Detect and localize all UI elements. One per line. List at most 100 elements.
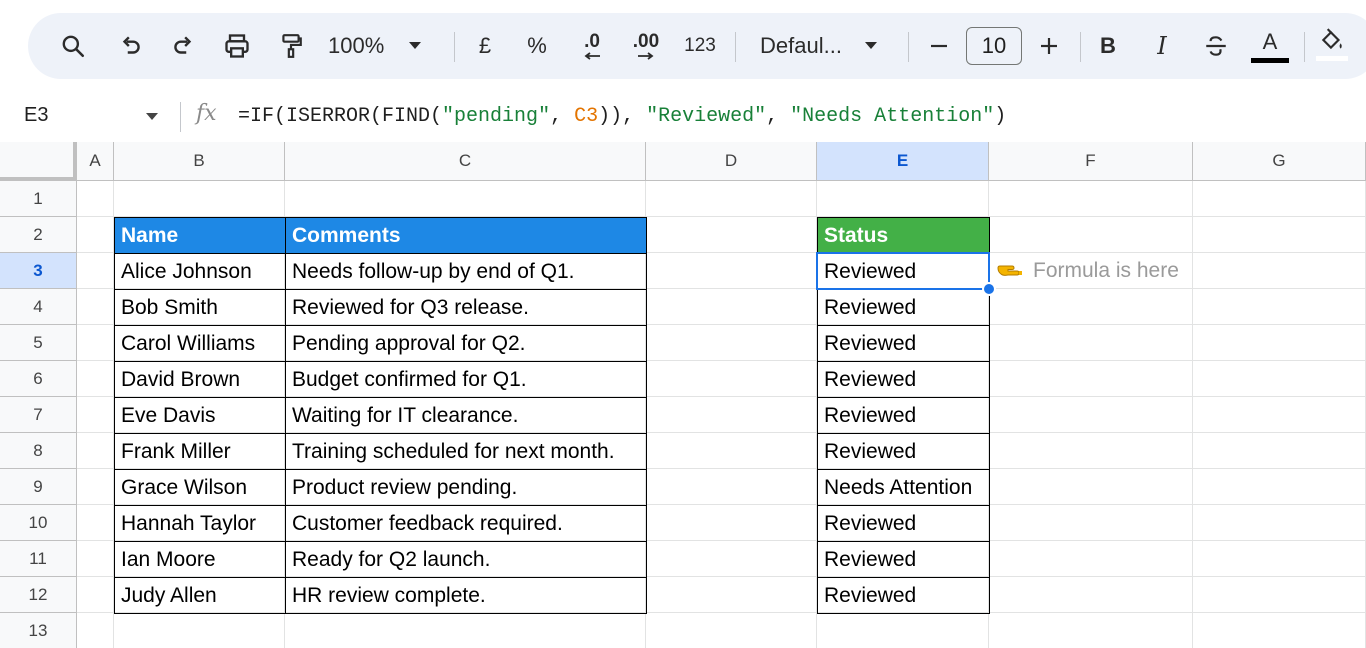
row-header-7[interactable]: 7 (0, 397, 77, 433)
currency-label: £ (478, 33, 492, 58)
row-header-11[interactable]: 11 (0, 541, 77, 577)
row-header-10[interactable]: 10 (0, 505, 77, 541)
comment-cell[interactable]: Ready for Q2 launch. (285, 541, 647, 578)
paint-roller-icon (282, 34, 302, 58)
row-header-6[interactable]: 6 (0, 361, 77, 397)
row-header-4[interactable]: 4 (0, 289, 77, 325)
comment-cell[interactable]: Customer feedback required. (285, 505, 647, 542)
column-header-b[interactable]: B (114, 142, 285, 181)
status-cell[interactable]: Reviewed (817, 433, 990, 470)
chevron-down-icon (409, 42, 422, 49)
column-header-a[interactable]: A (77, 142, 114, 181)
toolbar-area: 100% £ % .0 .00 123 Defaul... 10 B I A (0, 0, 1366, 92)
decrease-font-size-button[interactable] (926, 13, 952, 79)
paint-bucket-icon (1321, 28, 1342, 50)
bold-button[interactable]: B (1094, 13, 1122, 79)
name-cell[interactable]: Hannah Taylor (114, 505, 286, 542)
formula-bar: E3 fx =IF(ISERROR(FIND("pending", C3)), … (0, 92, 1366, 142)
font-size-input[interactable]: 10 (966, 27, 1022, 65)
strikethrough-button[interactable] (1202, 13, 1230, 79)
name-cell[interactable]: Alice Johnson (114, 253, 286, 290)
status-cell[interactable]: Reviewed (817, 325, 990, 362)
search-menus-button[interactable] (56, 13, 90, 79)
header-name-cell[interactable]: Name (114, 217, 286, 254)
column-header-c[interactable]: C (285, 142, 646, 181)
fill-handle[interactable] (982, 282, 996, 296)
comment-cell[interactable]: Training scheduled for next month. (285, 433, 647, 470)
percent-format-button[interactable]: % (524, 13, 550, 79)
status-cell[interactable]: Reviewed (817, 289, 990, 326)
status-cell[interactable]: Reviewed (817, 361, 990, 398)
decrease-decimal-button[interactable]: .0 (572, 13, 612, 79)
italic-button[interactable]: I (1148, 13, 1176, 79)
increase-font-size-button[interactable] (1036, 13, 1062, 79)
text-color-label: A (1262, 28, 1278, 54)
font-family-select[interactable]: Defaul... (760, 13, 892, 79)
zoom-select[interactable]: 100% (328, 13, 436, 79)
formula-text: )), (598, 105, 647, 128)
name-cell[interactable]: Eve Davis (114, 397, 286, 434)
name-cell[interactable]: Frank Miller (114, 433, 286, 470)
formula-text: =IF(ISERROR(FIND( (238, 105, 443, 128)
text-color-swatch (1251, 57, 1289, 63)
status-cell[interactable]: Reviewed (817, 397, 990, 434)
fx-icon: fx (196, 101, 217, 126)
header-status-cell[interactable]: Status (817, 217, 990, 254)
comment-cell[interactable]: Waiting for IT clearance. (285, 397, 647, 434)
status-cell[interactable]: Reviewed (817, 253, 990, 290)
name-cell[interactable]: Grace Wilson (114, 469, 286, 506)
column-header-g[interactable]: G (1193, 142, 1366, 181)
comment-cell[interactable]: Budget confirmed for Q1. (285, 361, 647, 398)
status-cell[interactable]: Needs Attention (817, 469, 990, 506)
font-size-value: 10 (981, 33, 1007, 58)
more-formats-button[interactable]: 123 (680, 13, 720, 79)
name-cell[interactable]: David Brown (114, 361, 286, 398)
italic-label: I (1157, 32, 1167, 60)
row-header-9[interactable]: 9 (0, 469, 77, 505)
comment-cell[interactable]: Pending approval for Q2. (285, 325, 647, 362)
name-cell[interactable]: Ian Moore (114, 541, 286, 578)
row-header-5[interactable]: 5 (0, 325, 77, 361)
increase-decimal-button[interactable]: .00 (626, 13, 666, 79)
column-header-f[interactable]: F (989, 142, 1193, 181)
toolbar-divider (1304, 32, 1305, 62)
column-header-e[interactable]: E (817, 142, 989, 181)
status-cell[interactable]: Reviewed (817, 577, 990, 614)
fill-color-button[interactable] (1316, 13, 1348, 79)
row-header-3[interactable]: 3 (0, 253, 77, 289)
pointing-hand-icon (997, 265, 1022, 276)
redo-icon (174, 36, 192, 54)
row-header-12[interactable]: 12 (0, 577, 77, 613)
bold-label: B (1100, 33, 1116, 58)
column-header-d[interactable]: D (646, 142, 817, 181)
comment-cell[interactable]: Product review pending. (285, 469, 647, 506)
currency-format-button[interactable]: £ (472, 13, 498, 79)
spreadsheet-grid[interactable]: A B C D E F G 1 2 3 4 5 6 7 8 9 10 11 12 13 Name Comments Stat… (0, 142, 1366, 648)
print-button[interactable] (220, 13, 254, 79)
formula-string: "Needs Attention" (790, 105, 995, 128)
comment-cell[interactable]: Reviewed for Q3 release. (285, 289, 647, 326)
formula-string: "pending" (442, 105, 551, 128)
row-header-8[interactable]: 8 (0, 433, 77, 469)
select-all-corner[interactable] (0, 142, 77, 181)
toolbar-divider (1080, 32, 1081, 62)
name-cell[interactable]: Carol Williams (114, 325, 286, 362)
formula-input[interactable]: =IF(ISERROR(FIND("pending", C3)), "Revie… (238, 105, 1006, 128)
row-header-2[interactable]: 2 (0, 217, 77, 253)
row-header-13[interactable]: 13 (0, 613, 77, 648)
paint-format-button[interactable] (274, 13, 308, 79)
name-box[interactable]: E3 (24, 104, 48, 127)
header-comments-cell[interactable]: Comments (285, 217, 647, 254)
text-color-button[interactable]: A (1250, 13, 1290, 79)
formula-bar-divider (180, 102, 181, 132)
chevron-down-icon[interactable] (145, 112, 159, 122)
redo-button[interactable] (166, 13, 200, 79)
comment-cell[interactable]: Needs follow-up by end of Q1. (285, 253, 647, 290)
name-cell[interactable]: Bob Smith (114, 289, 286, 326)
comment-cell[interactable]: HR review complete. (285, 577, 647, 614)
status-cell[interactable]: Reviewed (817, 541, 990, 578)
undo-button[interactable] (114, 13, 148, 79)
name-cell[interactable]: Judy Allen (114, 577, 286, 614)
row-header-1[interactable]: 1 (0, 181, 77, 217)
status-cell[interactable]: Reviewed (817, 505, 990, 542)
